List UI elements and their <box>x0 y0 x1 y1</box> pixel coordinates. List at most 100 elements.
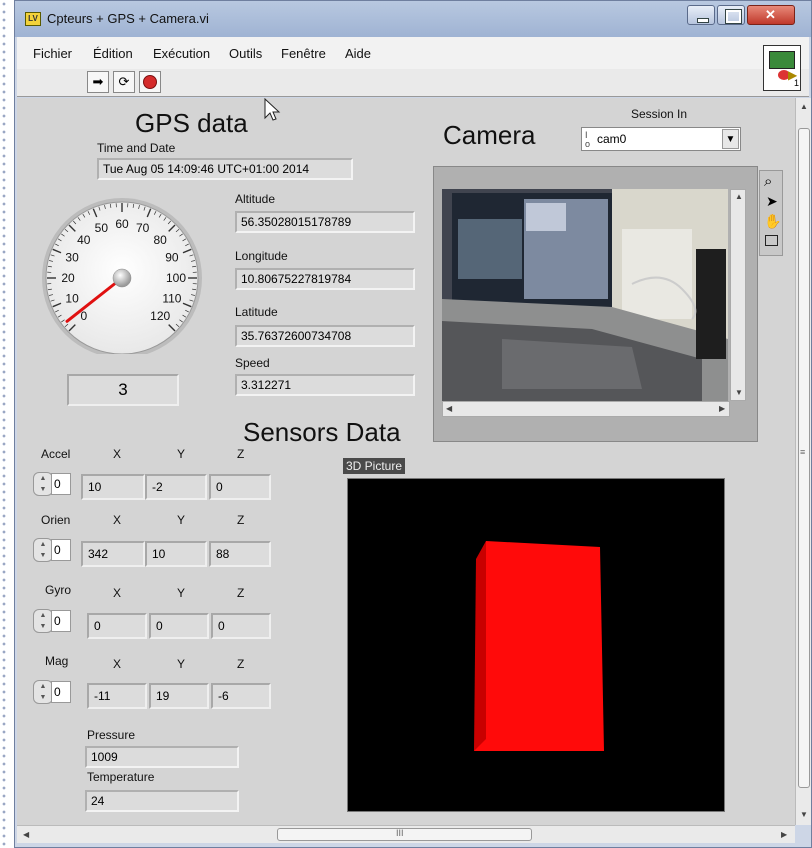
gps-heading: GPS data <box>135 108 248 138</box>
altitude-indicator: 56.35028015178789 <box>235 211 415 233</box>
speed-indicator: 3.312271 <box>235 374 415 396</box>
accel-x-value: 10 <box>81 474 145 500</box>
pan-hand-icon[interactable]: ✋ <box>764 213 781 230</box>
rectangle-icon[interactable] <box>765 235 778 246</box>
vi-window: LV Cpteurs + GPS + Camera.vi Fichier Édi… <box>14 0 812 848</box>
accel-index-value[interactable]: 0 <box>51 473 71 495</box>
mouse-cursor-icon <box>264 98 281 121</box>
vertical-scroll-thumb[interactable]: ≡ <box>798 128 810 788</box>
speed-label: Speed <box>235 356 270 370</box>
accel-x-label: X <box>113 447 122 461</box>
maximize-button[interactable] <box>717 5 745 25</box>
gauge-tick-label: 60 <box>115 217 129 231</box>
window-title: Cpteurs + GPS + Camera.vi <box>47 11 209 26</box>
gauge-tick-label: 90 <box>165 250 179 264</box>
vi-connector-icon[interactable]: ▶ 1 <box>763 45 801 91</box>
menu-aide[interactable]: Aide <box>345 46 371 61</box>
gyro-index-spinner[interactable]: ▲ ▼ <box>33 609 53 633</box>
mag-index-value[interactable]: 0 <box>51 681 71 703</box>
pressure-indicator: 1009 <box>85 746 239 768</box>
gauge-tick-label: 80 <box>154 233 168 247</box>
close-button[interactable] <box>747 5 795 25</box>
gauge-tick-label: 10 <box>65 292 79 306</box>
minimize-button[interactable] <box>687 5 715 25</box>
camera-vscroll[interactable]: ▲ ▼ <box>730 189 746 401</box>
chevron-down-icon[interactable]: ▼ <box>722 129 739 149</box>
sensors-heading: Sensors Data <box>243 417 401 447</box>
gauge-tick-label: 40 <box>77 233 91 247</box>
speed-gauge: 01020304050 60 708090100110120 <box>42 198 202 354</box>
orien-y-value: 10 <box>145 541 207 567</box>
gyro-z-value: 0 <box>211 613 271 639</box>
mag-index-spinner[interactable]: ▲ ▼ <box>33 680 53 704</box>
camera-image-display[interactable]: ▲ ▼ ◀ ▶ <box>433 166 758 442</box>
camera-hscroll[interactable]: ◀ ▶ <box>442 401 730 417</box>
altitude-label: Altitude <box>235 192 276 206</box>
accel-y-value: -2 <box>145 474 207 500</box>
toolbar: ➡ ⟳ <box>17 69 809 97</box>
gyro-y-label: Y <box>177 586 186 600</box>
io-name-icon: Io <box>585 130 591 149</box>
time-date-label: Time and Date <box>97 141 176 155</box>
accel-label: Accel <box>41 447 71 461</box>
longitude-indicator: 10.80675227819784 <box>235 268 415 290</box>
gauge-tick-label: 120 <box>150 309 170 323</box>
3d-picture-display[interactable] <box>347 478 725 812</box>
orien-x-value: 342 <box>81 541 145 567</box>
mag-y-value: 19 <box>149 683 209 709</box>
pointer-icon[interactable]: ➤ <box>766 193 778 210</box>
gauge-tick-label: 110 <box>162 292 181 306</box>
gauge-tick-label: 20 <box>61 271 75 285</box>
gyro-label: Gyro <box>45 583 72 597</box>
gauge-value-indicator: 3 <box>67 374 179 406</box>
zoom-icon[interactable]: ⌕ <box>764 173 772 190</box>
longitude-label: Longitude <box>235 249 288 263</box>
abort-icon[interactable] <box>139 71 161 93</box>
horizontal-scroll-thumb[interactable]: III <box>277 828 532 841</box>
menu-fenetre[interactable]: Fenêtre <box>281 46 326 61</box>
menu-execution[interactable]: Exécution <box>153 46 210 61</box>
gyro-z-label: Z <box>237 586 245 600</box>
time-date-indicator: Tue Aug 05 14:09:46 UTC+01:00 2014 <box>97 158 353 180</box>
orien-y-label: Y <box>177 513 186 527</box>
vi-app-icon: LV <box>25 12 41 26</box>
temperature-label: Temperature <box>87 770 155 784</box>
gauge-tick-label: 70 <box>136 221 150 235</box>
menu-fichier[interactable]: Fichier <box>33 46 72 61</box>
desktop-stripe-left <box>0 0 8 848</box>
pressure-label: Pressure <box>87 728 136 742</box>
panel-vertical-scrollbar[interactable]: ▲ ≡ ▼ <box>795 98 811 825</box>
session-in-label: Session In <box>631 107 688 121</box>
run-continuously-icon[interactable]: ⟳ <box>113 71 135 93</box>
accel-y-label: Y <box>177 447 186 461</box>
orien-index-spinner[interactable]: ▲ ▼ <box>33 538 53 562</box>
menu-edition[interactable]: Édition <box>93 46 133 61</box>
gauge-knob <box>112 268 132 288</box>
orien-z-label: Z <box>237 513 245 527</box>
orien-label: Orien <box>41 513 71 527</box>
menu-outils[interactable]: Outils <box>229 46 262 61</box>
gyro-index-value[interactable]: 0 <box>51 610 71 632</box>
run-arrow-icon[interactable]: ➡ <box>87 71 109 93</box>
orien-z-value: 88 <box>209 541 271 567</box>
3d-box-render <box>474 541 604 751</box>
gauge-tick-label: 100 <box>166 271 186 285</box>
temperature-indicator: 24 <box>85 790 239 812</box>
latitude-label: Latitude <box>235 305 278 319</box>
gyro-x-value: 0 <box>87 613 147 639</box>
3d-picture-label: 3D Picture <box>343 458 406 474</box>
session-in-dropdown[interactable]: Io cam0 ▼ <box>581 127 741 151</box>
title-bar[interactable]: LV Cpteurs + GPS + Camera.vi <box>15 1 811 37</box>
gyro-x-label: X <box>113 586 122 600</box>
mag-z-value: -6 <box>211 683 271 709</box>
orien-index-value[interactable]: 0 <box>51 539 71 561</box>
camera-heading: Camera <box>443 120 536 150</box>
menu-bar: Fichier Édition Exécution Outils Fenêtre… <box>17 37 809 69</box>
latitude-indicator: 35.76372600734708 <box>235 325 415 347</box>
accel-index-spinner[interactable]: ▲ ▼ <box>33 472 53 496</box>
panel-horizontal-scrollbar[interactable]: ◀ III ▶ <box>17 825 795 843</box>
mag-x-label: X <box>113 657 122 671</box>
camera-feed-image <box>442 189 728 401</box>
orien-x-label: X <box>113 513 122 527</box>
accel-z-label: Z <box>237 447 245 461</box>
